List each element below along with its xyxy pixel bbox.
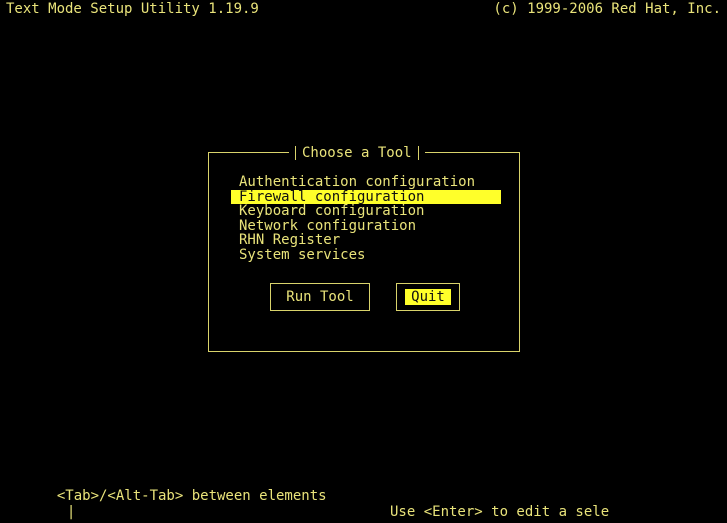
footer-left-text: <Tab>/<Alt-Tab> between elements — [56, 488, 327, 504]
footer-right-help: Use <Enter> to edit a sele — [390, 504, 610, 520]
copyright-text: (c) 1999-2006 Red Hat, Inc. — [493, 1, 721, 17]
quit-button[interactable]: Quit — [396, 283, 460, 311]
footer-separator: | — [66, 504, 76, 520]
list-item-network[interactable]: Network configuration — [231, 218, 501, 234]
dialog-title: Choose a Tool — [302, 145, 412, 161]
list-item-authentication[interactable]: Authentication configuration — [231, 175, 501, 190]
run-tool-label: Run Tool — [286, 289, 354, 305]
list-item-keyboard[interactable]: Keyboard configuration — [231, 204, 501, 219]
title-bracket-left — [295, 146, 296, 160]
app-title: Text Mode Setup Utility 1.19.9 — [6, 1, 259, 17]
list-item-system-services[interactable]: System services — [231, 247, 501, 263]
list-item-firewall[interactable]: Firewall configuration — [231, 189, 501, 204]
quit-label: Quit — [405, 289, 451, 305]
list-item-rhn-register[interactable]: RHN Register — [231, 233, 501, 248]
choose-tool-dialog: Choose a Tool Authentication configurati… — [208, 145, 520, 352]
run-tool-button[interactable]: Run Tool — [270, 283, 370, 311]
footer-left-help: <Tab>/<Alt-Tab> between elements | — [40, 472, 327, 520]
dialog-title-wrap: Choose a Tool — [289, 145, 425, 161]
tool-list[interactable]: Authentication configuration Firewall co… — [231, 175, 501, 262]
title-bracket-right — [417, 146, 419, 160]
